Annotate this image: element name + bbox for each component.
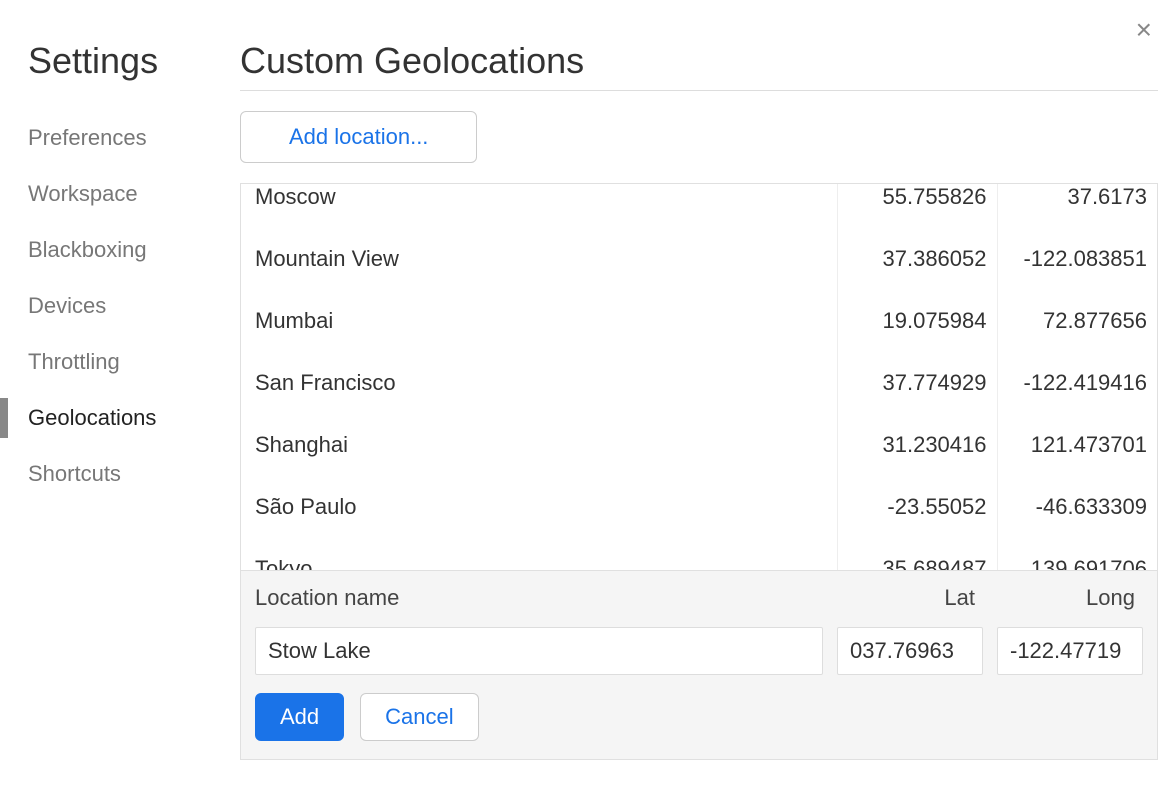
location-name-cell: Mumbai — [241, 290, 837, 352]
table-row[interactable]: Shanghai31.230416121.473701 — [241, 414, 1157, 476]
location-name-cell: São Paulo — [241, 476, 837, 538]
locations-panel: Moscow55.75582637.6173Mountain View37.38… — [240, 183, 1158, 760]
location-name-cell: Mountain View — [241, 228, 837, 290]
location-long-cell: 72.877656 — [997, 290, 1157, 352]
location-lat-cell: -23.55052 — [837, 476, 997, 538]
sidebar-item-throttling[interactable]: Throttling — [28, 334, 240, 390]
table-row[interactable]: San Francisco37.774929-122.419416 — [241, 352, 1157, 414]
page-title: Custom Geolocations — [240, 40, 1158, 82]
location-lat-cell: 19.075984 — [837, 290, 997, 352]
table-row[interactable]: Mumbai19.07598472.877656 — [241, 290, 1157, 352]
cancel-button[interactable]: Cancel — [360, 693, 478, 741]
location-name-cell: Tokyo — [241, 538, 837, 570]
location-name-cell: Moscow — [241, 184, 837, 228]
location-long-input[interactable] — [997, 627, 1143, 675]
location-lat-input[interactable] — [837, 627, 983, 675]
location-lat-cell: 37.774929 — [837, 352, 997, 414]
sidebar-item-blackboxing[interactable]: Blackboxing — [28, 222, 240, 278]
location-lat-cell: 31.230416 — [837, 414, 997, 476]
location-long-cell: 37.6173 — [997, 184, 1157, 228]
title-divider — [240, 90, 1158, 91]
table-row[interactable]: Tokyo35.689487139.691706 — [241, 538, 1157, 570]
sidebar-item-shortcuts[interactable]: Shortcuts — [28, 446, 240, 502]
location-long-cell: -46.633309 — [997, 476, 1157, 538]
location-lat-cell: 37.386052 — [837, 228, 997, 290]
sidebar-item-geolocations[interactable]: Geolocations — [28, 390, 240, 446]
new-location-form: Location name Lat Long Add Cancel — [241, 570, 1157, 759]
location-name-cell: San Francisco — [241, 352, 837, 414]
table-row[interactable]: Mountain View37.386052-122.083851 — [241, 228, 1157, 290]
location-long-cell: 139.691706 — [997, 538, 1157, 570]
location-name-cell: Shanghai — [241, 414, 837, 476]
locations-table: Moscow55.75582637.6173Mountain View37.38… — [241, 184, 1157, 570]
table-row[interactable]: São Paulo-23.55052-46.633309 — [241, 476, 1157, 538]
form-header-lat: Lat — [823, 585, 983, 611]
sidebar-title: Settings — [28, 40, 240, 82]
location-name-input[interactable] — [255, 627, 823, 675]
sidebar-item-preferences[interactable]: Preferences — [28, 110, 240, 166]
location-long-cell: 121.473701 — [997, 414, 1157, 476]
location-long-cell: -122.083851 — [997, 228, 1157, 290]
add-button[interactable]: Add — [255, 693, 344, 741]
table-row[interactable]: Moscow55.75582637.6173 — [241, 184, 1157, 228]
add-location-button[interactable]: Add location... — [240, 111, 477, 163]
form-header-long: Long — [983, 585, 1143, 611]
sidebar-item-devices[interactable]: Devices — [28, 278, 240, 334]
location-lat-cell: 35.689487 — [837, 538, 997, 570]
settings-sidebar: Settings PreferencesWorkspaceBlackboxing… — [0, 40, 240, 502]
main-panel: Custom Geolocations Add location... Mosc… — [240, 40, 1158, 794]
form-header-name: Location name — [255, 585, 823, 611]
sidebar-item-workspace[interactable]: Workspace — [28, 166, 240, 222]
location-lat-cell: 55.755826 — [837, 184, 997, 228]
locations-scroll[interactable]: Moscow55.75582637.6173Mountain View37.38… — [241, 184, 1157, 570]
location-long-cell: -122.419416 — [997, 352, 1157, 414]
